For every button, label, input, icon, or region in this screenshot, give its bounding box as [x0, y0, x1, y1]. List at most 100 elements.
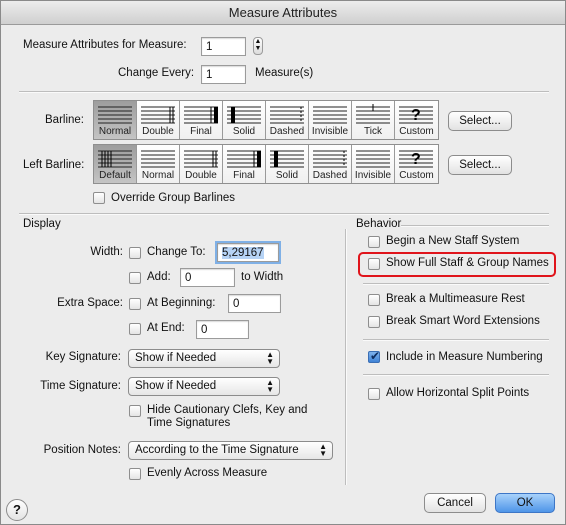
dashed-barline-icon [313, 150, 347, 168]
cancel-button[interactable]: Cancel [424, 493, 486, 513]
add-checkbox[interactable] [129, 272, 141, 284]
left-barline-select-button[interactable]: Select... [448, 155, 512, 175]
break-multimeasure-rest-checkbox[interactable] [368, 294, 380, 306]
double-barline-icon [184, 150, 218, 168]
left-barline-option-label: Invisible [354, 170, 392, 181]
left-barline-option-label: Double [185, 170, 217, 181]
position-notes-label: Position Notes: [43, 444, 121, 456]
at-beginning-field[interactable]: 0 [228, 294, 281, 313]
left-barline-double-option[interactable]: Double [180, 145, 223, 183]
left-barline-normal-option[interactable]: Normal [137, 145, 180, 183]
stepper-arrows-icon[interactable]: ▲ ▼ [253, 37, 263, 55]
add-field[interactable]: 0 [180, 268, 235, 287]
custom-barline-icon: ? [399, 150, 433, 168]
barline-select-button[interactable]: Select... [448, 111, 512, 131]
normal-barline-icon [141, 150, 175, 168]
allow-horizontal-split-points-checkbox[interactable] [368, 388, 380, 400]
override-group-barlines-checkbox[interactable] [93, 192, 105, 204]
barline-dashed-option[interactable]: Dashed [266, 101, 309, 139]
barline-selector: Normal Double Final Solid Dashed Invisible Tic… [93, 100, 439, 140]
question-mark-icon[interactable]: ? [6, 499, 28, 521]
barline-normal-option[interactable]: Normal [94, 101, 137, 139]
to-width-label: to Width [241, 271, 284, 283]
left-barline-option-label: Final [233, 170, 255, 181]
barline-option-label: Normal [98, 126, 132, 137]
left-barline-solid-option[interactable]: Solid [266, 145, 309, 183]
svg-text:?: ? [411, 151, 421, 168]
barline-option-label: Invisible [311, 126, 349, 137]
barline-label: Barline: [45, 114, 84, 126]
barline-tick-option[interactable]: Tick [352, 101, 395, 139]
ok-button[interactable]: OK [495, 493, 555, 513]
begin-new-staff-system-checkbox[interactable] [368, 236, 380, 248]
barline-option-label: Dashed [269, 126, 305, 137]
invisible-barline-icon [356, 150, 390, 168]
left-barline-dashed-option[interactable]: Dashed [309, 145, 352, 183]
double-barline-icon [141, 106, 175, 124]
left-barline-option-label: Default [99, 170, 131, 181]
at-beginning-checkbox[interactable] [129, 298, 141, 310]
left-barline-option-label: Solid [275, 170, 299, 181]
at-end-label: At End: [147, 322, 185, 334]
evenly-across-measure-checkbox[interactable] [129, 468, 141, 480]
change-to-field[interactable]: 5,29167 [215, 241, 281, 264]
allow-horizontal-split-points-label: Allow Horizontal Split Points [386, 387, 530, 399]
include-in-measure-numbering-checkbox[interactable] [368, 349, 380, 363]
key-signature-popup[interactable]: Show if Needed ▲ ▼ [128, 349, 280, 368]
show-full-staff-group-names-label: Show Full Staff & Group Names [386, 257, 549, 269]
left-barline-option-label: Custom [399, 170, 434, 181]
width-label: Width: [90, 246, 123, 258]
hide-cautionary-label-line2: Time Signatures [147, 417, 231, 429]
left-barline-default-option[interactable]: Default [94, 145, 137, 183]
left-barline-selector: Default Normal Double Final Solid Dashed Invis… [93, 144, 439, 184]
tick-barline-icon [356, 104, 390, 124]
measure-attributes-dialog: Measure Attributes Measure Attributes fo… [0, 0, 566, 525]
left-barline-custom-option[interactable]: ? Custom [395, 145, 438, 183]
solid-barline-icon [227, 106, 261, 124]
include-in-measure-numbering-label: Include in Measure Numbering [386, 351, 543, 363]
left-barline-invisible-option[interactable]: Invisible [352, 145, 395, 183]
change-every-label: Change Every: [118, 67, 195, 79]
measure-number-field[interactable]: 1 [201, 37, 246, 56]
at-end-field[interactable]: 0 [196, 320, 249, 339]
default-barline-icon [98, 150, 132, 168]
override-group-barlines-label: Override Group Barlines [111, 192, 235, 204]
barline-solid-option[interactable]: Solid [223, 101, 266, 139]
popup-arrows-icon: ▲ ▼ [319, 442, 327, 458]
separator [363, 283, 549, 285]
hide-cautionary-checkbox[interactable] [129, 405, 141, 417]
barline-option-label: Solid [232, 126, 256, 137]
show-full-staff-group-names-checkbox[interactable] [368, 258, 380, 270]
left-barline-option-label: Normal [141, 170, 175, 181]
break-multimeasure-rest-label: Break a Multimeasure Rest [386, 293, 525, 305]
behavior-section-title: Behavior [356, 218, 402, 230]
change-to-checkbox[interactable] [129, 247, 141, 259]
barline-custom-option[interactable]: ? Custom [395, 101, 438, 139]
dashed-barline-icon [270, 106, 304, 124]
separator [19, 213, 549, 215]
barline-final-option[interactable]: Final [180, 101, 223, 139]
separator [363, 374, 549, 376]
barline-invisible-option[interactable]: Invisible [309, 101, 352, 139]
separator [363, 339, 549, 341]
position-notes-popup[interactable]: According to the Time Signature ▲ ▼ [128, 441, 333, 460]
break-smart-word-extensions-checkbox[interactable] [368, 316, 380, 328]
begin-new-staff-system-label: Begin a New Staff System [386, 235, 520, 247]
left-barline-option-label: Dashed [312, 170, 348, 181]
custom-barline-icon: ? [399, 106, 433, 124]
change-every-field[interactable]: 1 [201, 65, 246, 84]
hide-cautionary-label-line1: Hide Cautionary Clefs, Key and [147, 404, 308, 416]
barline-option-label: Custom [399, 126, 434, 137]
time-signature-popup[interactable]: Show if Needed ▲ ▼ [128, 377, 280, 396]
break-smart-word-extensions-label: Break Smart Word Extensions [386, 315, 540, 327]
barline-double-option[interactable]: Double [137, 101, 180, 139]
at-end-checkbox[interactable] [129, 323, 141, 335]
section-divider [345, 229, 347, 485]
window-title: Measure Attributes [1, 1, 565, 25]
popup-arrows-icon: ▲ ▼ [266, 378, 274, 394]
left-barline-final-option[interactable]: Final [223, 145, 266, 183]
final-barline-icon [184, 106, 218, 124]
add-label: Add: [147, 271, 171, 283]
popup-arrows-icon: ▲ ▼ [266, 350, 274, 366]
measure-for-label: Measure Attributes for Measure: [23, 39, 187, 51]
